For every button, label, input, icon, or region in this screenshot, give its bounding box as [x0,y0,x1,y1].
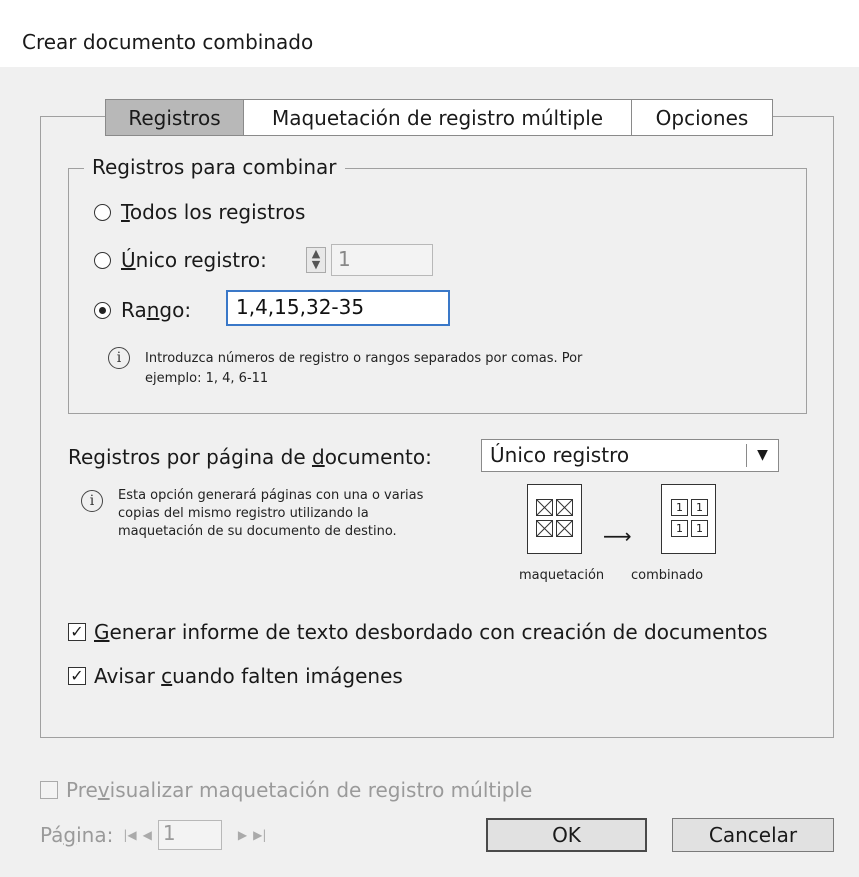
merged-cell: 1 [691,499,708,516]
checkbox-overset-report[interactable]: ✓ Generar informe de texto desbordado co… [68,620,768,644]
radio-all-records-label: Todos los registros [121,200,306,224]
range-info-text: Introduzca números de registro o rangos … [145,351,583,386]
records-per-page-value: Único registro [490,443,630,467]
tab-opciones[interactable]: Opciones [631,99,773,136]
placeholder-icon [536,499,553,516]
cancel-button[interactable]: Cancelar [672,818,834,852]
single-record-input[interactable]: 1 [331,244,433,276]
placeholder-icon [556,520,573,537]
records-per-page-label: Registros por página de documento: [68,445,432,469]
first-page-icon[interactable]: |◀ [123,828,136,842]
layout-diagram [527,484,582,554]
merged-cell: 1 [671,520,688,537]
radio-range-button[interactable] [94,301,111,319]
radio-single-record[interactable]: Único registro: [94,248,267,272]
radio-range[interactable]: Rango: [94,298,191,322]
placeholder-icon [556,499,573,516]
radio-range-label: Rango: [121,298,192,322]
checkbox-missing-images[interactable]: ✓ Avisar cuando falten imágenes [68,664,403,688]
records-per-page-info-text: Esta opción generará páginas con una o v… [118,488,424,539]
merged-cell: 1 [691,520,708,537]
merged-cell: 1 [671,499,688,516]
ok-button[interactable]: OK [486,818,647,852]
checkbox-missing-images-box[interactable]: ✓ [68,667,86,685]
records-group-legend: Registros para combinar [84,155,345,179]
checkbox-missing-images-label: Avisar cuando falten imágenes [94,664,403,688]
window-title: Crear documento combinado [22,30,314,54]
checkbox-overset-report-box[interactable]: ✓ [68,623,86,641]
tab-bar: Registros Maquetación de registro múltip… [105,99,773,136]
checkbox-preview-box[interactable] [40,781,58,799]
page-label: Página: [40,823,114,847]
info-icon: i [108,347,130,369]
previous-page-icon[interactable]: ◀ [143,828,152,842]
title-bar: Crear documento combinado [0,0,859,67]
radio-all-records[interactable]: Todos los registros [94,200,305,224]
placeholder-icon [536,520,553,537]
range-input[interactable]: 1,4,15,32-35 [226,290,450,326]
chevron-down-icon[interactable]: ▼ [746,444,778,467]
radio-single-record-label: Único registro: [121,248,267,272]
page-navigation: Página: |◀ ◀ 1 ▶ ▶| [40,820,266,850]
next-page-icon[interactable]: ▶ [238,828,247,842]
checkbox-overset-report-label: Generar informe de texto desbordado con … [94,620,768,644]
radio-all-records-button[interactable] [94,203,111,221]
layout-diagram-label: maquetación [519,568,605,583]
records-per-page-select[interactable]: Único registro ▼ [481,439,779,472]
checkbox-preview[interactable]: Previsualizar maquetación de registro mú… [40,778,532,802]
checkbox-preview-label: Previsualizar maquetación de registro mú… [66,778,533,802]
merged-diagram-label: combinado [631,568,704,583]
last-page-icon[interactable]: ▶| [253,828,266,842]
merged-diagram: 1 1 1 1 [661,484,716,554]
radio-single-record-button[interactable] [94,251,111,269]
info-icon: i [81,490,103,512]
page-input[interactable]: 1 [157,820,222,850]
tab-registros[interactable]: Registros [105,99,244,136]
single-record-stepper[interactable]: ▲ ▼ [306,247,326,273]
tab-maquetacion-registro-multiple[interactable]: Maquetación de registro múltiple [243,99,632,136]
arrow-right-icon: ⟶ [603,524,632,548]
